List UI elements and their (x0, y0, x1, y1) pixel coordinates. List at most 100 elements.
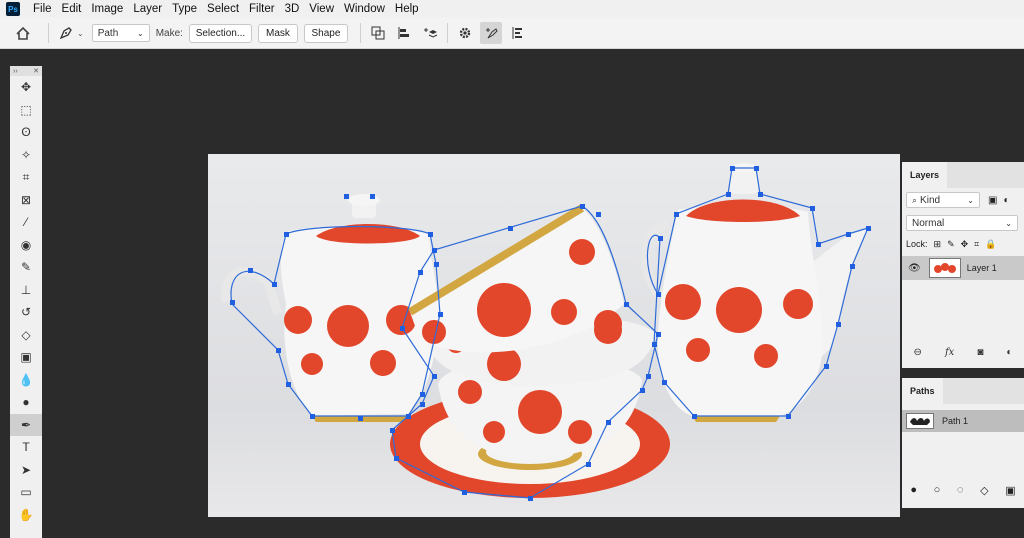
magic-wand-tool[interactable]: ✧ (10, 144, 42, 167)
move-tool[interactable]: ✥ (10, 76, 42, 99)
paths-tab-bar: Paths (902, 378, 1024, 404)
tab-layers[interactable]: Layers (902, 162, 948, 188)
options-bar: ⌄ Path ⌄ Make: Selection... Mask Shape (0, 18, 1024, 49)
tools-panel: ›› ✕ ✥ ⬚ ʘ ✧ ⌗ ⊠ ⁄ ◉ ✎ ⊥ ↺ ◇ ▣ 💧 ● ✒ T ➤ ▭ ✋ (10, 66, 42, 538)
document-canvas[interactable] (208, 154, 900, 517)
fill-path-icon[interactable]: ● (910, 484, 917, 496)
menu-layer[interactable]: Layer (128, 0, 167, 18)
left-teapot (221, 194, 439, 422)
brush-tool-icon: ✎ (20, 260, 32, 275)
gradient-tool-icon: ▣ (20, 350, 32, 365)
dodge-tool-icon: ● (22, 395, 30, 410)
path-selection-tool[interactable]: ➤ (10, 459, 42, 482)
healing-brush-tool[interactable]: ◉ (10, 234, 42, 257)
blur-tool-icon: 💧 (18, 372, 34, 387)
pen-tool-icon: ✒ (20, 417, 32, 432)
menu-window[interactable]: Window (339, 0, 390, 18)
lasso-tool[interactable]: ʘ (10, 121, 42, 144)
eye-icon[interactable]: 👁 (908, 263, 921, 274)
lock-position-icon[interactable]: ✥ (961, 239, 969, 250)
divider (359, 23, 361, 43)
marquee-tool-icon: ⬚ (20, 102, 32, 117)
eyedropper-tool-icon: ⁄ (24, 215, 27, 230)
path-selection-tool-icon: ➤ (20, 462, 32, 477)
make-mask-button[interactable]: Mask (257, 23, 298, 43)
lock-transparency-icon[interactable]: ⊞ (934, 239, 942, 250)
menu-image[interactable]: Image (86, 0, 128, 18)
stroke-path-icon[interactable]: ○ (934, 484, 941, 496)
gradient-tool[interactable]: ▣ (10, 346, 42, 369)
crop-tool-icon: ⌗ (22, 169, 30, 184)
menu-bar: Ps File Edit Image Layer Type Select Fil… (0, 0, 1024, 18)
type-tool[interactable]: T (10, 436, 42, 459)
close-icon[interactable]: ✕ (33, 67, 39, 75)
dodge-tool[interactable]: ● (10, 391, 42, 414)
rectangle-tool[interactable]: ▭ (10, 481, 42, 504)
layers-panel: Layers ⌕ Kind ⌄ ▣ ◐ Normal ⌄ Lock: ⊞ ✎ ✥… (902, 162, 1024, 368)
layer-row[interactable]: 👁 Layer 1 (902, 256, 1024, 280)
make-shape-button[interactable]: Shape (303, 23, 348, 43)
tool-mode-value: Path (97, 27, 119, 39)
fx-icon[interactable]: fx (945, 347, 954, 358)
make-selection-button[interactable]: Selection... (188, 23, 252, 43)
menu-select[interactable]: Select (202, 0, 244, 18)
blend-mode-dropdown[interactable]: Normal ⌄ (906, 215, 1018, 231)
menu-filter[interactable]: Filter (244, 0, 280, 18)
home-icon[interactable] (12, 22, 34, 44)
lock-artboard-icon[interactable]: ⌗ (974, 239, 979, 250)
clone-stamp-tool-icon: ⊥ (20, 282, 32, 297)
eraser-tool[interactable]: ◇ (10, 324, 42, 347)
crop-tool[interactable]: ⌗ (10, 166, 42, 189)
lock-all-icon[interactable]: 🔒 (985, 239, 996, 250)
eyedropper-tool[interactable]: ⁄ (10, 211, 42, 234)
move-tool-icon: ✥ (20, 80, 32, 95)
menu-type[interactable]: Type (167, 0, 202, 18)
path-alignment-icon[interactable] (393, 22, 415, 44)
history-brush-tool[interactable]: ↺ (10, 301, 42, 324)
expand-icon[interactable]: ›› (13, 68, 18, 75)
pen-tool[interactable]: ✒ (10, 413, 42, 436)
menu-help[interactable]: Help (390, 0, 424, 18)
path-thumbnail (906, 413, 934, 429)
tab-paths[interactable]: Paths (902, 378, 943, 404)
clone-stamp-tool[interactable]: ⊥ (10, 279, 42, 302)
menu-edit[interactable]: Edit (57, 0, 87, 18)
menu-view[interactable]: View (304, 0, 339, 18)
layer-mask-icon[interactable]: ◙ (977, 347, 983, 358)
lock-row: Lock: ⊞ ✎ ✥ ⌗ 🔒 (902, 234, 1024, 254)
layer-thumbnail (928, 258, 961, 278)
load-selection-icon[interactable]: ◌ (957, 484, 964, 496)
lock-pixels-icon[interactable]: ✎ (947, 239, 955, 250)
path-name: Path 1 (942, 416, 969, 426)
tool-mode-dropdown[interactable]: Path ⌄ (91, 24, 150, 42)
path-row[interactable]: Path 1 (902, 410, 1024, 432)
blur-tool[interactable]: 💧 (10, 369, 42, 392)
image-filter-icon[interactable]: ▣ (988, 195, 997, 206)
pen-tool-preset-icon[interactable] (55, 22, 77, 44)
link-layers-icon[interactable]: ⊖ (914, 347, 922, 358)
right-teapot (641, 163, 868, 422)
frame-tool[interactable]: ⊠ (10, 189, 42, 212)
path-operations-icon[interactable] (367, 22, 389, 44)
hand-tool[interactable]: ✋ (10, 504, 42, 527)
chevron-down-icon[interactable]: ⌄ (77, 29, 84, 38)
marquee-tool[interactable]: ⬚ (10, 99, 42, 122)
adjustment-layer-icon[interactable]: ◐ (1006, 347, 1012, 358)
kind-filter-dropdown[interactable]: ⌕ Kind ⌄ (906, 192, 980, 208)
menu-3d[interactable]: 3D (280, 0, 305, 18)
hand-tool-icon: ✋ (18, 507, 34, 522)
adjustment-filter-icon[interactable]: ◐ (1003, 195, 1009, 206)
menu-file[interactable]: File (28, 0, 57, 18)
blend-row: Normal ⌄ (902, 212, 1024, 234)
gear-icon[interactable] (454, 22, 476, 44)
tool-list: ✥ ⬚ ʘ ✧ ⌗ ⊠ ⁄ ◉ ✎ ⊥ ↺ ◇ ▣ 💧 ● ✒ T ➤ ▭ ✋ (10, 76, 42, 526)
align-edges-icon[interactable] (506, 22, 528, 44)
add-mask-icon[interactable]: ▣ (1005, 484, 1015, 497)
brush-tool[interactable]: ✎ (10, 256, 42, 279)
path-arrangement-icon[interactable] (419, 22, 441, 44)
eraser-tool-icon: ◇ (21, 327, 31, 342)
tools-panel-header[interactable]: ›› ✕ (10, 66, 42, 76)
auto-add-delete-icon[interactable] (479, 22, 502, 44)
make-work-path-icon[interactable]: ◇ (980, 484, 988, 497)
divider (446, 23, 448, 43)
